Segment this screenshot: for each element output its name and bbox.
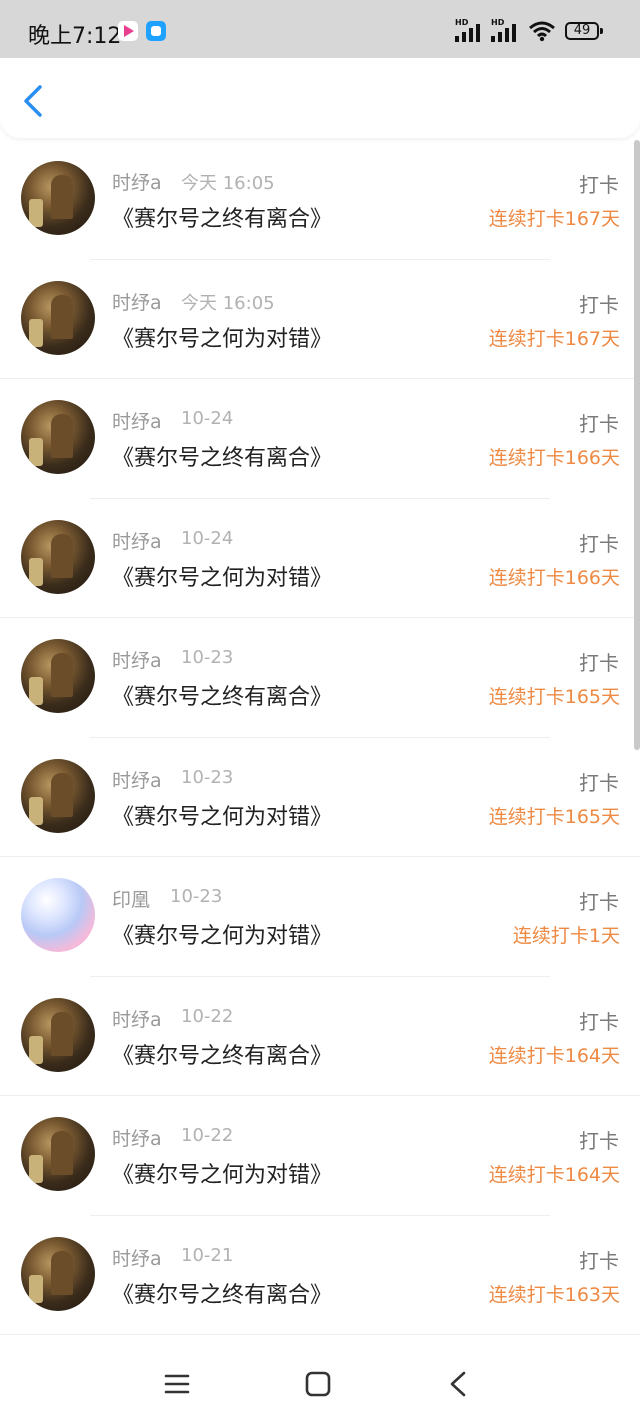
status-bar: 晚上7:12 HD HD 49	[0, 0, 640, 58]
book-title[interactable]: 《赛尔号之何为对错》	[112, 799, 332, 831]
back-triangle-icon[interactable]	[448, 1370, 468, 1398]
avatar[interactable]	[21, 1117, 95, 1191]
book-title[interactable]: 《赛尔号之何为对错》	[112, 1157, 332, 1189]
streak-count: 连续打卡1天	[512, 925, 620, 947]
system-nav-bar	[0, 1343, 640, 1423]
checkin-row[interactable]: 时纾a 10-24 《赛尔号之终有离合》 打卡连续打卡166天	[0, 379, 640, 499]
avatar[interactable]	[21, 639, 95, 713]
checkin-row[interactable]: 时纾a 10-22 《赛尔号之终有离合》 打卡连续打卡164天	[0, 977, 640, 1096]
avatar[interactable]	[21, 1236, 95, 1311]
streak-count: 连续打卡167天	[488, 208, 620, 230]
book-title[interactable]: 《赛尔号之何为对错》	[112, 918, 332, 950]
status-time: 晚上7:12	[28, 24, 122, 49]
post-time: 今天 16:05	[181, 292, 275, 314]
header	[0, 58, 640, 138]
user-name[interactable]: 时纾a	[112, 1244, 162, 1271]
streak-count: 连续打卡165天	[488, 805, 620, 828]
checkin-row[interactable]: 时纾a 10-21 《赛尔号之终有离合》 打卡连续打卡163天	[0, 1216, 640, 1335]
wifi-icon	[529, 21, 555, 42]
checkin-row[interactable]: 时纾a 今天 16:05 《赛尔号之何为对错》 打卡连续打卡167天	[0, 260, 640, 379]
user-name[interactable]: 时纾a	[112, 168, 162, 195]
checkin-row[interactable]: 时纾a 今天 16:05 《赛尔号之终有离合》 打卡连续打卡167天	[0, 140, 640, 260]
checkin-list: 时纾a 今天 16:05 《赛尔号之终有离合》 打卡 连续打卡167天 时纾a 今天 16:…	[0, 140, 640, 1335]
checkin-row[interactable]: 时纾a 10-23 《赛尔号之何为对错》 打卡连续打卡165天	[0, 738, 640, 857]
post-time: 10-21	[181, 1244, 234, 1266]
checkin-label: 打卡	[579, 173, 619, 197]
streak-count: 连续打卡163天	[488, 1283, 620, 1306]
user-name[interactable]: 时纾a	[112, 527, 162, 554]
post-time: 10-24	[181, 408, 234, 429]
streak-count: 连续打卡165天	[488, 686, 620, 708]
checkin-label: 打卡	[579, 1248, 619, 1273]
book-title[interactable]: 《赛尔号之终有离合》	[112, 1038, 332, 1070]
book-title[interactable]: 《赛尔号之何为对错》	[112, 321, 332, 353]
user-name[interactable]: 时纾a	[112, 288, 162, 315]
user-name[interactable]: 时纾a	[112, 766, 162, 793]
post-time: 10-23	[170, 886, 223, 907]
avatar[interactable]	[21, 400, 95, 474]
avatar[interactable]	[21, 161, 95, 235]
user-name[interactable]: 时纾a	[112, 1005, 162, 1032]
scrollbar[interactable]	[634, 140, 640, 750]
battery-icon: 49	[565, 22, 603, 40]
home-square-icon[interactable]	[305, 1371, 331, 1397]
streak-count: 连续打卡167天	[488, 327, 620, 350]
post-time: 10-23	[181, 647, 234, 668]
streak-count: 连续打卡166天	[488, 566, 620, 589]
checkin-label: 打卡	[579, 651, 619, 675]
checkin-row[interactable]: 印凰 10-23 《赛尔号之何为对错》 打卡连续打卡1天	[0, 857, 640, 977]
checkin-label: 打卡	[579, 1129, 619, 1153]
avatar[interactable]	[21, 519, 95, 594]
hd-label-1: HD	[455, 18, 469, 27]
streak-count: 连续打卡164天	[488, 1044, 620, 1067]
avatar[interactable]	[21, 280, 95, 355]
checkin-row[interactable]: 时纾a 10-24 《赛尔号之何为对错》 打卡连续打卡166天	[0, 499, 640, 618]
chevron-left-icon[interactable]	[18, 84, 48, 118]
post-time: 10-22	[181, 1125, 234, 1146]
checkin-label: 打卡	[579, 1009, 619, 1034]
user-name[interactable]: 时纾a	[112, 1124, 162, 1151]
checkin-label: 打卡	[579, 412, 619, 436]
book-title[interactable]: 《赛尔号之终有离合》	[112, 679, 332, 711]
post-time: 10-22	[181, 1005, 234, 1027]
checkin-label: 打卡	[579, 770, 619, 795]
avatar[interactable]	[21, 758, 95, 833]
checkin-label: 打卡	[579, 531, 619, 556]
user-name[interactable]: 时纾a	[112, 646, 162, 673]
user-name[interactable]: 时纾a	[112, 407, 162, 434]
video-app-icon	[118, 21, 138, 41]
streak-count: 连续打卡164天	[488, 1164, 620, 1186]
book-title[interactable]: 《赛尔号之终有离合》	[112, 201, 332, 233]
hd-label-2: HD	[491, 18, 505, 27]
checkin-row[interactable]: 时纾a 10-23 《赛尔号之终有离合》 打卡连续打卡165天	[0, 618, 640, 738]
message-app-icon	[146, 21, 166, 41]
avatar[interactable]	[21, 997, 95, 1072]
user-name[interactable]: 印凰	[112, 885, 150, 912]
post-time: 今天 16:05	[181, 173, 275, 194]
post-time: 10-23	[181, 766, 234, 788]
streak-count: 连续打卡166天	[488, 447, 620, 469]
checkin-label: 打卡	[579, 890, 619, 914]
row-divider	[0, 1334, 640, 1335]
menu-icon[interactable]	[164, 1373, 190, 1395]
book-title[interactable]: 《赛尔号之终有离合》	[112, 1277, 332, 1309]
checkin-label: 打卡	[579, 292, 619, 317]
cell-signal-icon-1: HD	[455, 18, 487, 42]
book-title[interactable]: 《赛尔号之终有离合》	[112, 440, 332, 472]
avatar[interactable]	[21, 878, 95, 952]
post-time: 10-24	[181, 527, 234, 549]
book-title[interactable]: 《赛尔号之何为对错》	[112, 560, 332, 592]
cell-signal-icon-2: HD	[491, 18, 523, 42]
checkin-row[interactable]: 时纾a 10-22 《赛尔号之何为对错》 打卡连续打卡164天	[0, 1096, 640, 1216]
